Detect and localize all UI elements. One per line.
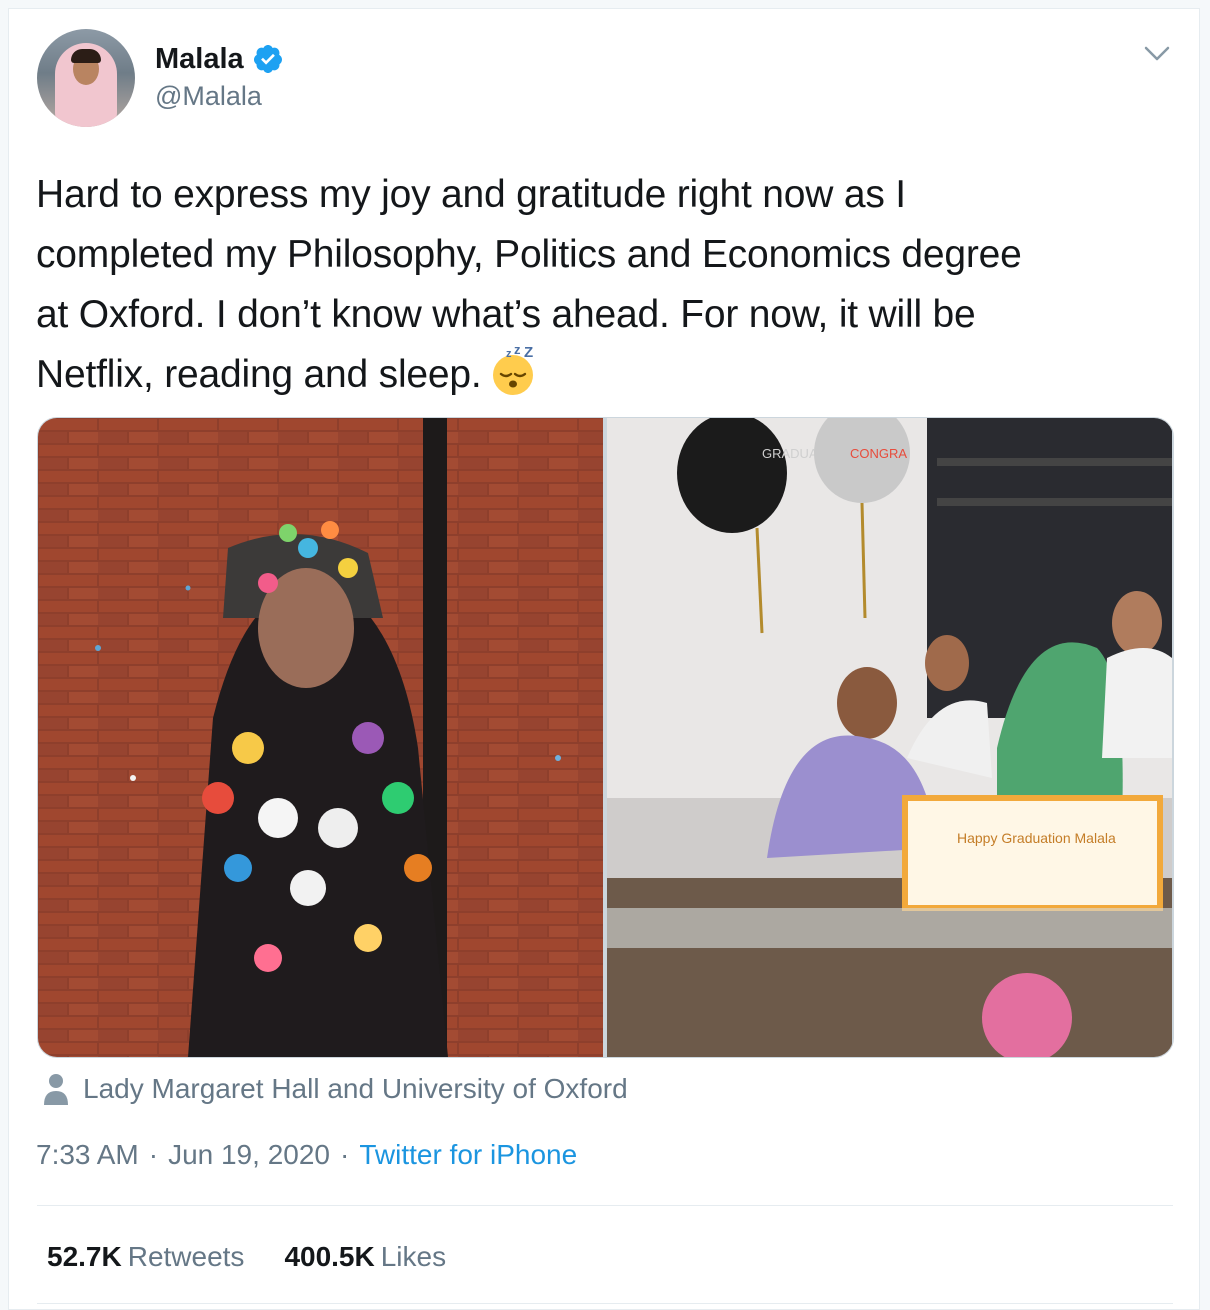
cake-inscription: Happy Graduation Malala <box>957 830 1116 846</box>
balloon-label-congrats: CONGRA <box>850 446 907 461</box>
avatar-hair <box>71 49 101 63</box>
verified-badge-icon <box>253 45 282 73</box>
sleeping-face-emoji-icon: z z Z <box>492 345 533 395</box>
tweet-card: Malala @Malala Hard to express my joy an… <box>8 8 1200 1310</box>
location-text[interactable]: Lady Margaret Hall and University of Oxf… <box>83 1073 628 1105</box>
tweet-text: Hard to express my joy and gratitude rig… <box>36 165 1186 405</box>
engagement-stats: 52.7K Retweets 400.5K Likes <box>47 1237 486 1277</box>
tweet-time[interactable]: 7:33 AM <box>36 1139 139 1171</box>
photo-graduation-trashing[interactable] <box>38 418 603 1057</box>
tweet-media[interactable]: GRADUATION CONGRA Happy Graduation Malal… <box>37 417 1174 1058</box>
retweets-stat[interactable]: 52.7K Retweets <box>47 1241 244 1273</box>
display-name[interactable]: Malala <box>155 43 244 76</box>
retweets-label: Retweets <box>127 1241 245 1272</box>
svg-text:z: z <box>514 345 521 357</box>
author-handle[interactable]: @Malala <box>155 81 262 112</box>
svg-text:Z: Z <box>524 345 533 361</box>
chevron-down-icon[interactable] <box>1140 37 1174 71</box>
photo-family-cake-image: GRADUATION CONGRA Happy Graduation Malal… <box>607 418 1172 1057</box>
tweet-date[interactable]: Jun 19, 2020 <box>168 1139 330 1171</box>
likes-stat[interactable]: 400.5K Likes <box>284 1241 446 1273</box>
meta-separator: · <box>148 1139 159 1170</box>
likes-count: 400.5K <box>284 1241 375 1272</box>
photo-graduation-trashing-image <box>38 418 603 1057</box>
divider <box>37 1303 1173 1304</box>
svg-text:z: z <box>506 348 512 360</box>
author-name-row[interactable]: Malala <box>155 39 284 79</box>
location-row[interactable]: Lady Margaret Hall and University of Oxf… <box>43 1069 628 1109</box>
person-icon <box>44 1074 68 1105</box>
avatar[interactable] <box>37 29 135 127</box>
photo-family-cake-celebration[interactable]: GRADUATION CONGRA Happy Graduation Malal… <box>607 418 1172 1057</box>
tweet-meta: 7:33 AM · Jun 19, 2020 · Twitter for iPh… <box>36 1135 577 1175</box>
divider <box>37 1205 1173 1206</box>
meta-separator: · <box>339 1139 350 1170</box>
retweets-count: 52.7K <box>47 1241 122 1272</box>
tweet-source-link[interactable]: Twitter for iPhone <box>359 1139 577 1171</box>
likes-label: Likes <box>380 1241 447 1272</box>
